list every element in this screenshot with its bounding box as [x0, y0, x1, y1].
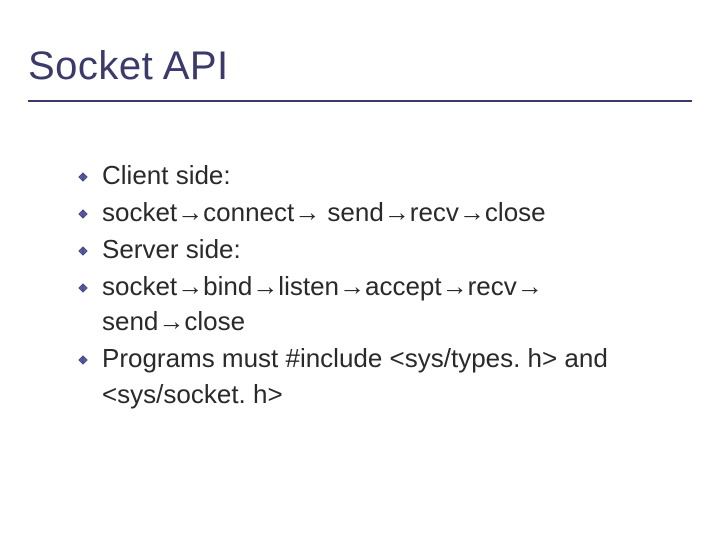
list-item-text: socket→bind→listen→accept→recv→ send→clo…	[102, 271, 543, 336]
list-item: Client side:	[78, 158, 678, 193]
slide-title: Socket API	[28, 44, 229, 89]
slide: Socket API Client side: socket→con	[0, 0, 720, 540]
list-item: socket→connect→ send→recv→close	[78, 195, 678, 230]
slide-body: Client side: socket→connect→ send→recv→c…	[78, 158, 678, 414]
list-item-text: socket→connect→ send→recv→close	[102, 197, 546, 227]
list-item: socket→bind→listen→accept→recv→ send→clo…	[78, 269, 678, 339]
diamond-bullet-icon	[78, 246, 88, 256]
list-item-text: Client side:	[102, 160, 231, 190]
diamond-bullet-icon	[78, 355, 88, 365]
diamond-bullet-icon	[78, 283, 88, 293]
list-item-text: Programs must #include <sys/types. h> an…	[102, 343, 608, 408]
list-item: Server side:	[78, 232, 678, 267]
diamond-bullet-icon	[78, 172, 88, 182]
list-item-text: Server side:	[102, 234, 241, 264]
title-underline	[28, 100, 692, 102]
diamond-bullet-icon	[78, 209, 88, 219]
list-item: Programs must #include <sys/types. h> an…	[78, 341, 678, 411]
